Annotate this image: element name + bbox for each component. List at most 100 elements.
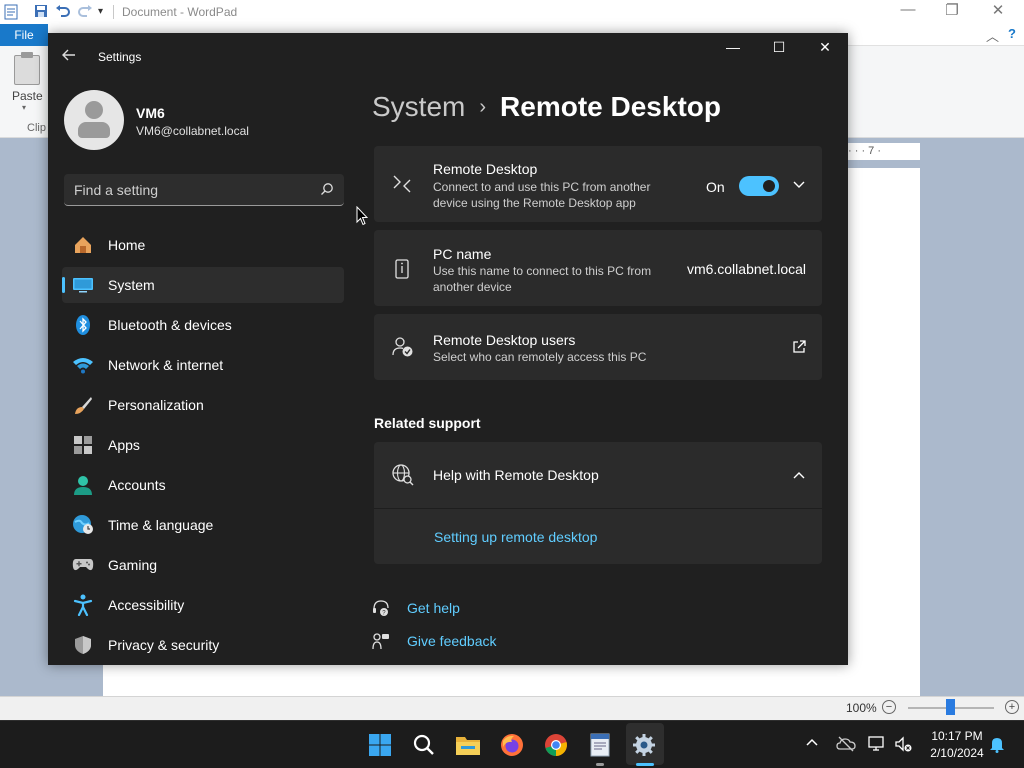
minimize-button[interactable]: — xyxy=(710,39,756,55)
toggle-knob xyxy=(763,180,775,192)
sidebar-nav: Home System Bluetooth & devices Network … xyxy=(62,227,344,665)
sidebar-item-gaming[interactable]: Gaming xyxy=(62,547,344,583)
sidebar-item-system[interactable]: System xyxy=(62,267,344,303)
settings-window: Settings — ☐ ✕ VM6 VM6@collabnet.local H… xyxy=(48,33,848,665)
chevron-up-icon[interactable] xyxy=(804,735,822,753)
start-icon[interactable] xyxy=(366,731,394,759)
sidebar-item-label: Network & internet xyxy=(108,357,224,373)
pc-name-title: PC name xyxy=(433,246,492,262)
related-support-heading: Related support xyxy=(374,415,481,431)
remote-desktop-title: Remote Desktop xyxy=(433,161,538,177)
accessibility-icon xyxy=(72,594,94,616)
wordpad-icon[interactable] xyxy=(586,731,614,759)
paste-label[interactable]: Paste xyxy=(12,89,43,103)
sidebar-item-bluetooth[interactable]: Bluetooth & devices xyxy=(62,307,344,343)
maximize-button[interactable]: ☐ xyxy=(756,39,802,56)
sidebar-item-accessibility[interactable]: Accessibility xyxy=(62,587,344,623)
sidebar-item-label: Accounts xyxy=(108,477,166,493)
sidebar-item-home[interactable]: Home xyxy=(62,227,344,263)
chrome-icon[interactable] xyxy=(542,731,570,759)
back-arrow-icon[interactable] xyxy=(62,48,76,67)
shield-icon xyxy=(72,634,94,656)
paste-dropdown-icon[interactable]: ▾ xyxy=(22,103,26,112)
sidebar-item-apps[interactable]: Apps xyxy=(62,427,344,463)
wifi-icon xyxy=(72,354,94,376)
sidebar-item-personalization[interactable]: Personalization xyxy=(62,387,344,423)
rd-users-card[interactable]: Remote Desktop users Select who can remo… xyxy=(374,314,822,380)
settings-icon[interactable] xyxy=(630,731,658,759)
remote-desktop-icon xyxy=(392,174,412,194)
volume-muted-icon[interactable] xyxy=(894,735,912,753)
wordpad-close-button[interactable]: ✕ xyxy=(978,1,1018,19)
chevron-up-icon[interactable] xyxy=(792,468,806,482)
external-link-icon[interactable] xyxy=(792,340,806,354)
remote-desktop-description: Connect to and use this PC from another … xyxy=(433,180,651,210)
zoom-in-button[interactable]: + xyxy=(1005,700,1019,714)
pc-name-value: vm6.collabnet.local xyxy=(686,261,806,277)
home-icon xyxy=(72,234,94,256)
ribbon-collapse-icon[interactable]: ︿ xyxy=(986,26,999,45)
clipboard-group-label: Clip xyxy=(27,122,46,134)
rd-users-title: Remote Desktop users xyxy=(433,332,576,348)
divider xyxy=(374,508,822,509)
sidebar-item-label: Bluetooth & devices xyxy=(108,317,232,333)
search-box[interactable] xyxy=(64,174,344,206)
sidebar-item-accounts[interactable]: Accounts xyxy=(62,467,344,503)
user-name: VM6 xyxy=(136,105,165,121)
search-icon[interactable] xyxy=(410,731,438,759)
redo-icon[interactable] xyxy=(77,4,93,21)
file-tab[interactable]: File xyxy=(0,24,48,46)
chevron-down-icon[interactable] xyxy=(792,178,806,192)
brush-icon xyxy=(72,394,94,416)
network-icon[interactable] xyxy=(868,735,886,753)
customize-toolbar-icon[interactable]: ▾ xyxy=(98,6,103,17)
give-feedback-link[interactable]: Give feedback xyxy=(407,633,497,649)
close-button[interactable]: ✕ xyxy=(802,39,848,56)
zoom-out-button[interactable]: − xyxy=(882,700,896,714)
clock-date[interactable]: 2/10/2024 xyxy=(922,746,992,760)
sidebar-item-label: Home xyxy=(108,237,146,253)
breadcrumb-separator: › xyxy=(479,96,487,118)
window-title: Settings xyxy=(98,50,142,64)
apps-icon xyxy=(72,434,94,456)
save-icon[interactable] xyxy=(34,4,48,21)
zoom-slider-thumb[interactable] xyxy=(946,699,955,715)
globe-clock-icon xyxy=(72,514,94,536)
avatar-head xyxy=(85,101,103,119)
file-explorer-icon[interactable] xyxy=(454,731,482,759)
sidebar-item-privacy[interactable]: Privacy & security xyxy=(62,627,344,663)
user-email: VM6@collabnet.local xyxy=(136,124,249,138)
sidebar-item-label: Apps xyxy=(108,437,140,453)
firefox-icon[interactable] xyxy=(498,731,526,759)
wordpad-app-icon[interactable] xyxy=(4,4,18,23)
setup-remote-desktop-link[interactable]: Setting up remote desktop xyxy=(434,529,597,545)
wordpad-maximize-button[interactable]: ❐ xyxy=(932,1,972,19)
sidebar-item-label: Personalization xyxy=(108,397,204,413)
avatar[interactable] xyxy=(64,90,124,150)
breadcrumb-parent[interactable]: System xyxy=(372,91,465,122)
bluetooth-icon xyxy=(72,314,94,336)
help-icon[interactable]: ? xyxy=(1008,26,1016,41)
onedrive-offline-icon[interactable] xyxy=(836,735,856,753)
sidebar-item-label: Time & language xyxy=(108,517,214,533)
pc-name-card: PC name Use this name to connect to this… xyxy=(374,230,822,306)
clock-time[interactable]: 10:17 PM xyxy=(922,729,992,743)
search-input[interactable] xyxy=(64,174,314,205)
remote-desktop-toggle[interactable] xyxy=(739,176,779,196)
notification-bell-icon[interactable] xyxy=(988,735,1006,753)
wordpad-title: Document - WordPad xyxy=(122,5,238,19)
wordpad-minimize-button[interactable]: — xyxy=(888,1,928,18)
search-icon[interactable] xyxy=(320,182,334,196)
sidebar-item-label: Gaming xyxy=(108,557,158,573)
remote-desktop-card[interactable]: Remote Desktop Connect to and use this P… xyxy=(374,146,822,222)
help-card: Help with Remote Desktop Setting up remo… xyxy=(374,442,822,564)
sidebar-item-label: Accessibility xyxy=(108,597,185,613)
sidebar-item-time-language[interactable]: Time & language xyxy=(62,507,344,543)
undo-icon[interactable] xyxy=(55,4,71,21)
mouse-cursor-icon xyxy=(356,205,369,226)
paste-icon[interactable] xyxy=(14,55,40,85)
paste-clip-icon xyxy=(21,52,33,58)
sidebar-item-network[interactable]: Network & internet xyxy=(62,347,344,383)
help-title[interactable]: Help with Remote Desktop xyxy=(433,467,599,483)
get-help-link[interactable]: Get help xyxy=(407,600,460,616)
